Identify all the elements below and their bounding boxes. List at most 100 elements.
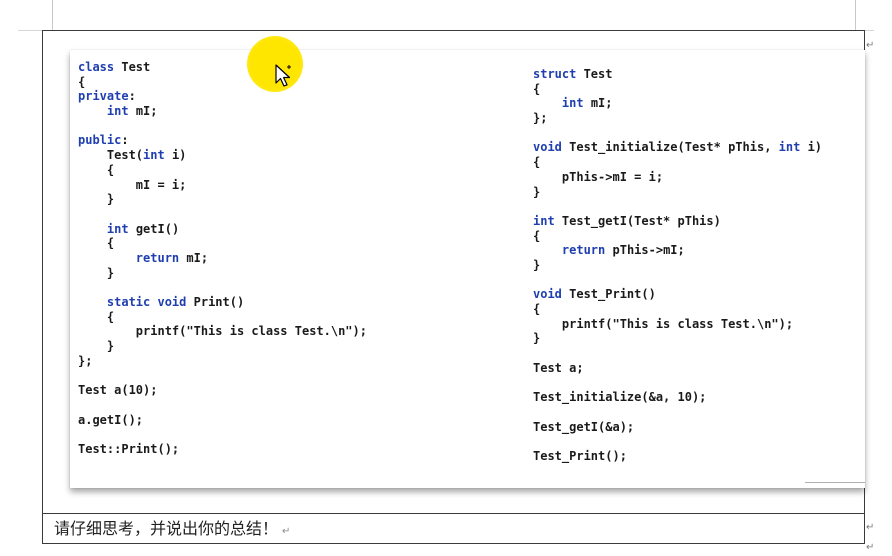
code-token: Test::Print(); xyxy=(78,441,180,456)
code-token: { xyxy=(78,236,115,251)
code-token: Test_Print() xyxy=(561,287,656,302)
code-token: { xyxy=(533,228,541,243)
c-code-line: void Test_Print() xyxy=(533,287,822,302)
cpp-code-line: { xyxy=(78,236,367,251)
paragraph-mark-middle: ↵ xyxy=(866,522,875,533)
code-token: : xyxy=(128,89,136,104)
code-keyword: return xyxy=(135,250,180,265)
c-code-line: { xyxy=(533,82,822,97)
cpp-code-line: return mI; xyxy=(78,251,367,266)
code-comparison-image[interactable]: class Test{private: int mI; public: Test… xyxy=(70,50,865,488)
cpp-code-line xyxy=(78,427,367,442)
code-token: : xyxy=(121,133,129,148)
code-token: printf("This is class Test.\n"); xyxy=(78,324,367,339)
caption-row: 请仔细思考，并说出你的总结！ ↵ xyxy=(54,518,290,540)
code-token: mI; xyxy=(179,250,209,265)
cpp-code-line: printf("This is class Test.\n"); xyxy=(78,324,367,339)
c-code-line: int mI; xyxy=(533,96,822,111)
code-token: Print() xyxy=(186,295,245,309)
cpp-code-line: } xyxy=(78,192,367,207)
code-token: { xyxy=(78,162,115,177)
code-token: getI() xyxy=(128,221,180,236)
pointer-arrow-icon xyxy=(275,64,291,87)
code-keyword: int xyxy=(533,213,555,228)
code-token: } xyxy=(78,339,115,354)
code-token: mI = i; xyxy=(78,177,187,192)
cpp-code-line: { xyxy=(78,75,367,90)
cpp-code-line: mI = i; xyxy=(78,178,367,193)
cpp-code-line: { xyxy=(78,163,367,178)
c-code-line xyxy=(533,434,822,449)
code-keyword: class xyxy=(78,60,115,74)
cpp-code-line: Test a(10); xyxy=(78,383,367,398)
code-token: Test xyxy=(114,60,151,74)
paragraph-mark-bottom: ↵ xyxy=(866,542,875,553)
code-token: i) xyxy=(164,148,187,163)
code-token: { xyxy=(533,81,541,96)
c-code-line: pThis->mI = i; xyxy=(533,170,822,185)
c-code-line: { xyxy=(533,302,822,317)
cpp-code-line: int mI; xyxy=(78,104,367,119)
code-token: Test_getI(&a); xyxy=(533,419,635,434)
c-code-line xyxy=(533,273,822,288)
code-token: Test a(10); xyxy=(78,383,158,398)
cpp-code-line: Test(int i) xyxy=(78,148,367,163)
c-code-line: } xyxy=(533,185,822,200)
code-keyword: return xyxy=(561,243,606,258)
code-token: Test_initialize(Test* pThis, xyxy=(561,140,779,155)
code-token: Test a; xyxy=(533,360,584,375)
code-token: mI; xyxy=(128,104,158,119)
code-keyword: void xyxy=(533,287,562,302)
cpp-code-line xyxy=(78,207,367,222)
image-edge-line xyxy=(805,482,865,483)
caption-paragraph-mark: ↵ xyxy=(282,526,291,537)
cpp-code-line: static void Print() xyxy=(78,295,367,310)
code-token: } xyxy=(78,265,115,280)
c-code-line: } xyxy=(533,331,822,346)
code-token: { xyxy=(78,74,86,89)
code-keyword: int xyxy=(143,148,165,163)
c-code-line: int Test_getI(Test* pThis) xyxy=(533,214,822,229)
c-code-line xyxy=(533,126,822,141)
cpp-code-line: } xyxy=(78,266,367,281)
code-token: } xyxy=(533,257,541,272)
code-token: Test_initialize(&a, 10); xyxy=(533,390,707,405)
cpp-class-code: class Test{private: int mI; public: Test… xyxy=(78,60,367,457)
c-code-line: Test_Print(); xyxy=(533,449,822,464)
code-token: } xyxy=(78,192,115,207)
c-code-line: return pThis->mI; xyxy=(533,243,822,258)
code-keyword: int xyxy=(106,221,129,236)
code-token: pThis->mI = i; xyxy=(533,169,664,184)
code-token: { xyxy=(533,155,541,170)
code-token: { xyxy=(533,302,541,316)
c-code-line: Test_initialize(&a, 10); xyxy=(533,390,822,405)
code-token: } xyxy=(533,184,541,199)
code-keyword: public xyxy=(78,133,122,148)
c-code-line: { xyxy=(533,229,822,244)
cpp-code-line: public: xyxy=(78,133,367,148)
cpp-code-line: } xyxy=(78,339,367,354)
c-code-line: { xyxy=(533,155,822,170)
c-code-line: void Test_initialize(Test* pThis, int i) xyxy=(533,140,822,155)
code-token: pThis->mI; xyxy=(605,243,685,258)
code-keyword: int xyxy=(778,140,801,155)
paragraph-mark-top: ↵ xyxy=(866,40,875,51)
code-token: } xyxy=(533,331,541,346)
cpp-code-line xyxy=(78,280,367,295)
cpp-code-line: class Test xyxy=(78,60,367,75)
code-token: }; xyxy=(533,111,548,126)
c-code-line xyxy=(533,199,822,214)
cpp-code-line: { xyxy=(78,310,367,325)
code-keyword: struct xyxy=(533,67,577,81)
cpp-code-line xyxy=(78,119,367,134)
cpp-code-line xyxy=(78,368,367,383)
cpp-code-line: int getI() xyxy=(78,222,367,237)
c-code-line xyxy=(533,375,822,390)
c-code-line xyxy=(533,346,822,361)
